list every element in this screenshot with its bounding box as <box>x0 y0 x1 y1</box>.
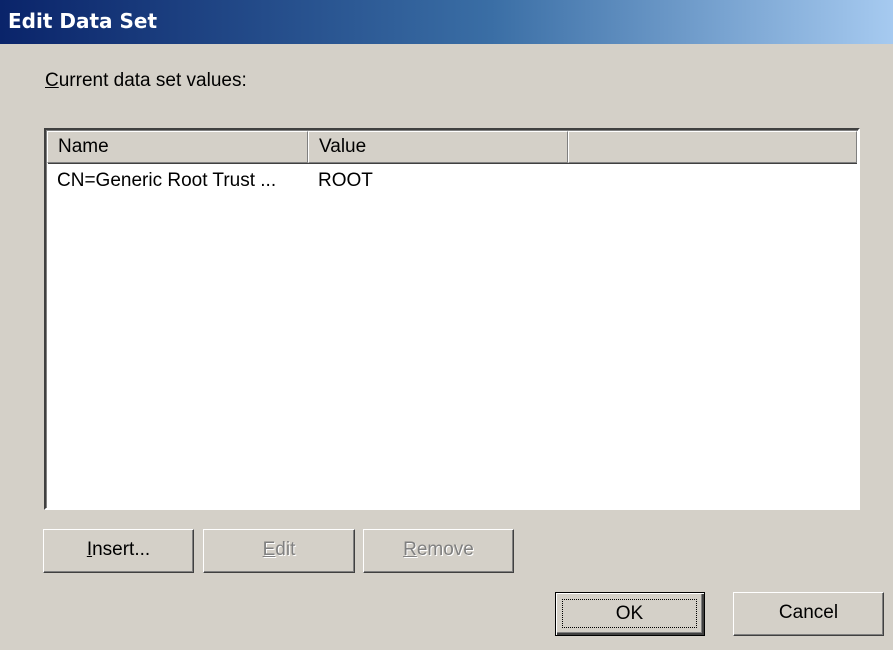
edit-accelerator: E <box>262 539 276 560</box>
remove-accelerator: R <box>403 539 417 560</box>
cancel-button[interactable]: Cancel <box>733 592 884 636</box>
row-name-cell: CN=Generic Root Trust ... <box>57 170 277 191</box>
ok-button[interactable]: OK <box>555 592 705 636</box>
remove-label: emove <box>416 539 474 560</box>
label-text: urrent data set values: <box>58 70 247 91</box>
column-header-name[interactable]: Name <box>47 131 308 163</box>
edit-button[interactable]: Edit <box>203 529 355 573</box>
row-value-cell: ROOT <box>318 170 373 191</box>
remove-button[interactable]: Remove <box>363 529 514 573</box>
window-title: Edit Data Set <box>8 9 158 33</box>
ok-label: OK <box>562 599 697 628</box>
list-header: Name Value <box>47 131 857 163</box>
current-values-label: Current data set values: <box>45 70 247 92</box>
label-accelerator: C <box>45 70 59 91</box>
list-row[interactable]: CN=Generic Root Trust ... ROOT <box>47 165 857 197</box>
column-header-empty[interactable] <box>568 131 857 163</box>
edit-label: dit <box>275 539 296 560</box>
insert-label: nsert... <box>92 539 151 560</box>
data-set-list[interactable]: Name Value CN=Generic Root Trust ... ROO… <box>44 128 860 510</box>
insert-button[interactable]: Insert... <box>43 529 194 573</box>
title-bar[interactable]: Edit Data Set <box>0 0 893 44</box>
column-header-value[interactable]: Value <box>308 131 568 163</box>
list-rows: CN=Generic Root Trust ... ROOT <box>47 165 857 507</box>
